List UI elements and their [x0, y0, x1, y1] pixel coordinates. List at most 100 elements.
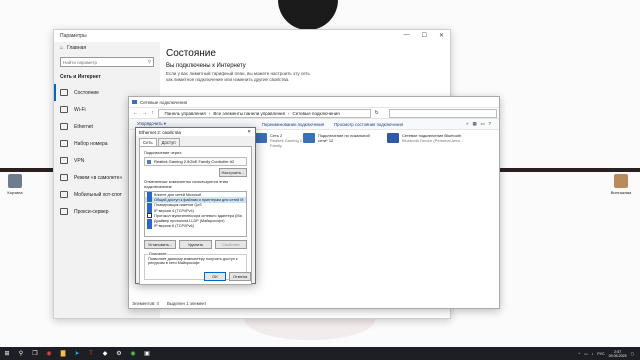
- network-adapter-icon: [303, 133, 315, 143]
- desktop-icon-recycle-bin[interactable]: Корзина: [0, 174, 30, 195]
- start-button[interactable]: ⊞: [0, 347, 14, 360]
- up-icon[interactable]: ↑: [151, 110, 154, 116]
- selection-count: Выделен 1 элемент: [166, 301, 207, 306]
- explorer-search-input[interactable]: [388, 108, 497, 118]
- notification-icon[interactable]: ▢: [631, 352, 634, 356]
- sidebar-item-label: Режим «в самолете»: [74, 174, 123, 181]
- app-icon: T: [89, 350, 93, 357]
- sidebar-item-label: Ethernet: [74, 123, 93, 130]
- dialup-icon: [60, 140, 68, 147]
- clock-date: 09.05.2025: [608, 353, 627, 358]
- install-button[interactable]: Установить...: [144, 240, 177, 249]
- component-label: Клиент для сетей Microsoft: [154, 192, 202, 197]
- clock[interactable]: 2:57 09.05.2025: [609, 350, 627, 358]
- refresh-icon[interactable]: ↻: [375, 110, 379, 116]
- network-tray-icon[interactable]: ▭: [584, 352, 587, 356]
- desktop-icon-folder[interactable]: Винтажнаа: [606, 174, 636, 195]
- taskbar-app[interactable]: ▇: [56, 347, 70, 360]
- tab-network[interactable]: Сеть: [139, 138, 157, 146]
- connect-via-label: Подключение через:: [144, 150, 183, 155]
- maximize-icon[interactable]: ☐: [422, 32, 427, 39]
- language-indicator[interactable]: РУС: [597, 352, 604, 356]
- configure-button[interactable]: Настроить...: [219, 168, 247, 177]
- network-tab-pane: Подключение через: Realtek Gaming 2.5GbE…: [139, 146, 252, 285]
- volume-icon[interactable]: ♪: [592, 352, 594, 356]
- recycle-bin-icon: [8, 174, 22, 188]
- desktop-icon-label: Винтажнаа: [610, 190, 632, 195]
- taskbar-search-button[interactable]: ⚲: [14, 347, 28, 360]
- windows-icon: ⊞: [4, 351, 10, 357]
- status-text: Если у вас лимитный тарифный план, вы мо…: [166, 71, 310, 82]
- checkbox[interactable]: [147, 197, 152, 203]
- help-icon[interactable]: ?: [489, 121, 491, 127]
- search-input[interactable]: Найти параметр ⚲: [60, 57, 154, 67]
- tab-sharing[interactable]: Доступ: [157, 138, 180, 146]
- sidebar-home[interactable]: ⌂ Главная: [54, 42, 160, 54]
- sidebar-item-label: Мобильный хот-спот: [74, 191, 122, 198]
- taskbar-app[interactable]: ⚙: [112, 347, 126, 360]
- ethernet-icon: [60, 123, 68, 130]
- chevron-up-icon[interactable]: ^: [579, 352, 581, 356]
- sidebar-section-title: Сеть и Интернет: [60, 74, 101, 80]
- status-bar: Элементов: 4 Выделен 1 элемент: [132, 301, 206, 306]
- breadcrumb-item[interactable]: Панель управления: [165, 111, 206, 116]
- properties-button[interactable]: Свойства: [214, 240, 247, 249]
- address-input[interactable]: Панель управления › Все элементы панели …: [157, 108, 371, 118]
- network-adapter-icon: [147, 159, 151, 164]
- connection-name: Подключение по локальной сети* 12: [318, 133, 370, 143]
- forward-icon[interactable]: →: [142, 110, 147, 116]
- checkbox[interactable]: [147, 202, 152, 208]
- browser-icon: ◉: [46, 351, 52, 357]
- rename-connection-button[interactable]: Переименование подключения: [262, 122, 324, 127]
- component-label: Общий доступ к файлам и принтерам для се…: [154, 197, 244, 202]
- taskbar: ⊞ ⚲ ❐ ◉ ▇ ➤ T ◆ ⚙ ◉ ▣ ^ ▭ ♪ РУС 2:57 09.…: [0, 347, 640, 360]
- ok-button[interactable]: OK: [204, 272, 226, 281]
- adapter-field: Realtek Gaming 2.5GbE Family Controller …: [144, 157, 247, 166]
- remove-button[interactable]: Удалить: [179, 240, 212, 249]
- system-tray: ^ ▭ ♪ РУС 2:57 09.05.2025 ▢: [579, 350, 640, 358]
- list-item[interactable]: IP версии 6 (TCP/IPv6): [145, 223, 246, 229]
- settings-titlebar: Параметры: [54, 30, 450, 42]
- app-icon: ◆: [102, 351, 108, 357]
- bluetooth-adapter-icon: [387, 133, 399, 143]
- checkbox[interactable]: [147, 213, 152, 219]
- search-icon: ⚲: [147, 59, 151, 64]
- checkbox[interactable]: [147, 208, 152, 214]
- dialog-title: Ethernet 2: свойства: [139, 129, 182, 135]
- back-icon[interactable]: ←: [133, 110, 138, 116]
- breadcrumb-item[interactable]: Сетевые подключения: [293, 111, 340, 116]
- connection-item[interactable]: Сетевое подключение Bluetooth Bluetooth D…: [387, 133, 467, 143]
- checkbox[interactable]: [147, 192, 152, 198]
- network-icon: ▣: [144, 351, 150, 357]
- folder-icon: ▇: [60, 351, 66, 357]
- close-icon[interactable]: ✕: [439, 32, 444, 39]
- component-label: Драйвер протокола LLDP (Майкрософт): [154, 219, 225, 224]
- more-icon[interactable]: »: [466, 121, 468, 127]
- taskbar-app[interactable]: ◉: [126, 347, 140, 360]
- connection-item[interactable]: Подключение по локальной сети* 12: [303, 133, 371, 143]
- checkbox[interactable]: [147, 223, 152, 229]
- preview-pane-icon[interactable]: ▭: [481, 121, 485, 127]
- checkbox[interactable]: [147, 218, 152, 224]
- vpn-icon: [60, 157, 68, 164]
- taskbar-app[interactable]: ◉: [42, 347, 56, 360]
- taskbar-app[interactable]: ▣: [140, 347, 154, 360]
- components-list[interactable]: Клиент для сетей Microsoft Общий доступ …: [144, 191, 247, 237]
- taskbar-app[interactable]: T: [84, 347, 98, 360]
- view-icon[interactable]: ▦: [472, 121, 476, 127]
- breadcrumb-item[interactable]: Все элементы панели управления: [213, 111, 285, 116]
- view-status-button[interactable]: Просмотр состояния подключения: [334, 122, 403, 127]
- close-icon[interactable]: ✕: [247, 129, 251, 135]
- list-item[interactable]: Протокол мультиплексора сетевого адаптер…: [145, 213, 246, 219]
- task-view-button[interactable]: ❐: [28, 347, 42, 360]
- taskbar-app[interactable]: ◆: [98, 347, 112, 360]
- cancel-button[interactable]: Отмена: [229, 272, 251, 281]
- sidebar-item-label: Wi-Fi: [74, 106, 86, 113]
- list-item[interactable]: Общий доступ к файлам и принтерам для се…: [145, 197, 246, 203]
- hotspot-icon: [60, 191, 68, 198]
- globe-icon: [60, 208, 68, 215]
- dialog-buttons: OK Отмена: [204, 272, 251, 281]
- taskbar-app[interactable]: ➤: [70, 347, 84, 360]
- minimize-icon[interactable]: —: [404, 32, 410, 39]
- search-placeholder: Найти параметр: [63, 59, 98, 65]
